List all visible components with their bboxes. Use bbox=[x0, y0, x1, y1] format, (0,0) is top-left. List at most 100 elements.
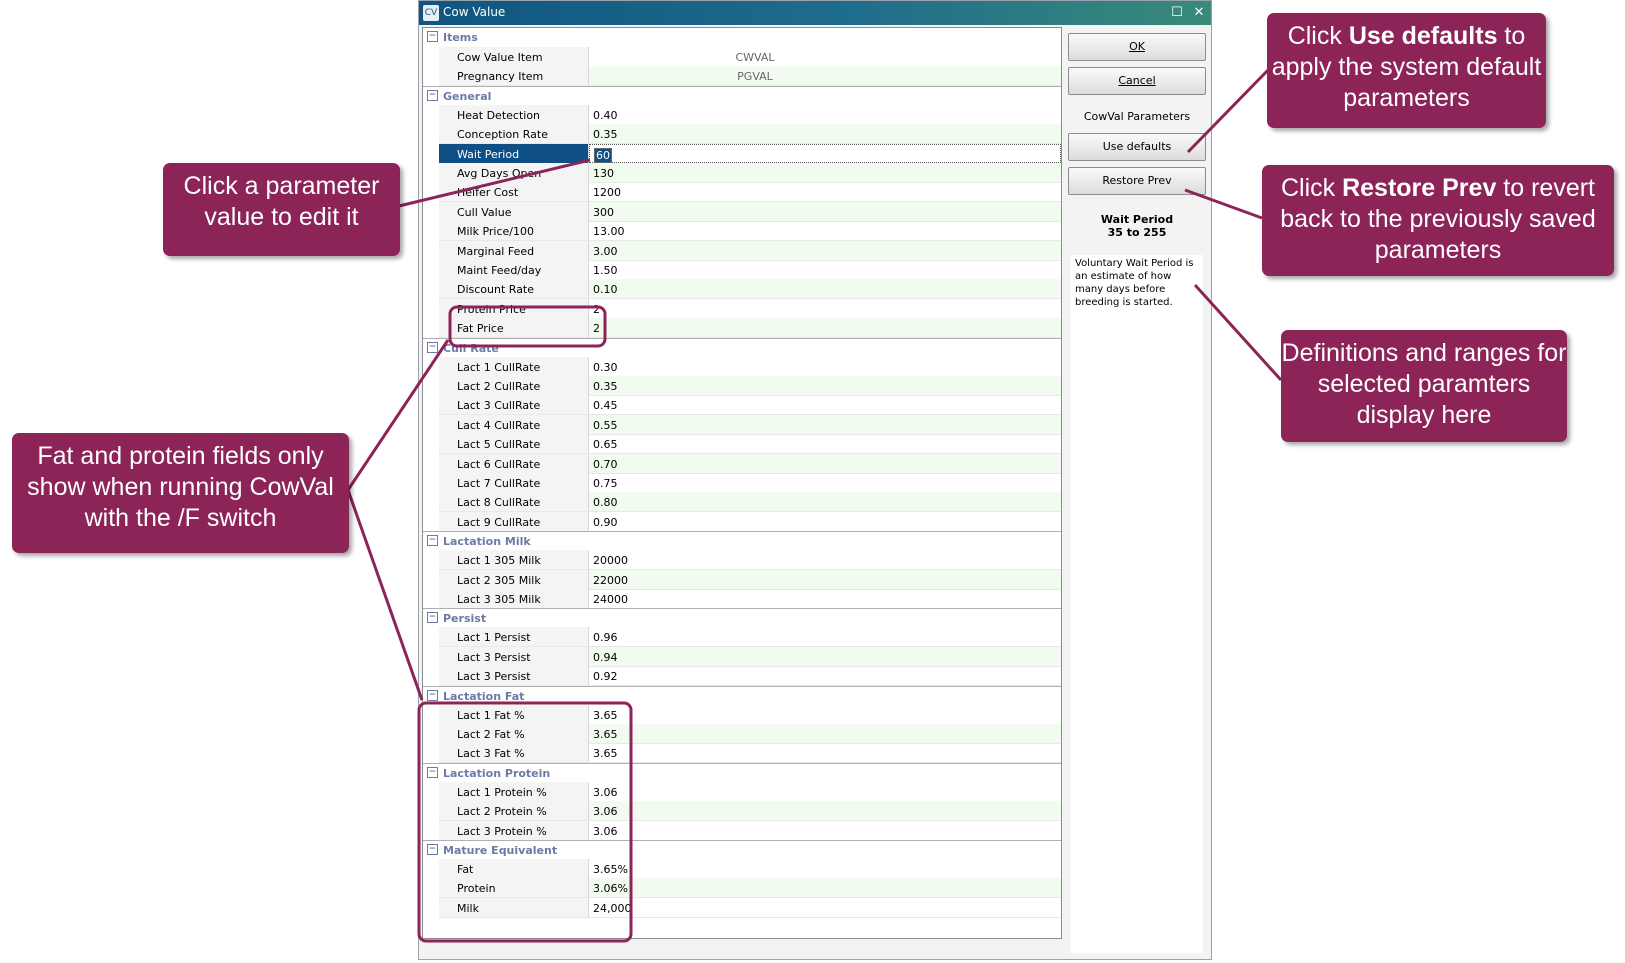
param-name[interactable]: Lact 9 CullRate bbox=[439, 511, 589, 531]
param-value[interactable]: 0.92 bbox=[589, 666, 1061, 685]
param-value[interactable]: 1.50 bbox=[589, 260, 1061, 279]
param-row[interactable]: Avg Days Open 130 bbox=[439, 163, 1061, 183]
param-row[interactable]: Discount Rate 0.10 bbox=[439, 279, 1061, 300]
category-lactation-protein[interactable]: − Lactation Protein bbox=[423, 762, 1061, 782]
param-name[interactable]: Lact 4 CullRate bbox=[439, 414, 589, 434]
param-row[interactable]: Heat Detection 0.40 bbox=[439, 104, 1061, 125]
param-row[interactable]: Cull Value 300 bbox=[439, 201, 1061, 222]
param-name[interactable]: Milk bbox=[439, 897, 589, 917]
param-value[interactable]: 0.96 bbox=[589, 627, 1061, 646]
param-name[interactable]: Lact 1 305 Milk bbox=[439, 550, 589, 570]
param-row[interactable]: Lact 3 Persist 0.92 bbox=[439, 666, 1061, 687]
use-defaults-button[interactable]: Use defaults bbox=[1068, 133, 1206, 161]
param-name[interactable]: Lact 3 Persist bbox=[439, 646, 589, 666]
param-name[interactable]: Lact 8 CullRate bbox=[439, 492, 589, 512]
collapse-icon[interactable]: − bbox=[427, 689, 438, 701]
param-name[interactable]: Lact 1 CullRate bbox=[439, 356, 589, 376]
restore-prev-button[interactable]: Restore Prev bbox=[1068, 167, 1206, 195]
param-row[interactable]: Lact 9 CullRate 0.90 bbox=[439, 511, 1061, 532]
param-name[interactable]: Wait Period bbox=[439, 143, 589, 163]
param-value[interactable]: 3.65 bbox=[589, 724, 1061, 743]
param-value[interactable]: PGVAL bbox=[589, 66, 1061, 86]
param-row[interactable]: Marginal Feed 3.00 bbox=[439, 240, 1061, 261]
param-value[interactable]: 3.65 bbox=[589, 705, 1061, 724]
param-value[interactable]: 0.35 bbox=[589, 124, 1061, 144]
param-name[interactable]: Heifer Cost bbox=[439, 182, 589, 202]
param-value[interactable]: 3.00 bbox=[589, 240, 1061, 260]
category-lactation-fat[interactable]: − Lactation Fat bbox=[423, 685, 1061, 705]
param-name[interactable]: Lact 2 Fat % bbox=[439, 724, 589, 743]
param-value[interactable]: 1200 bbox=[589, 182, 1061, 201]
param-name[interactable]: Lact 2 305 Milk bbox=[439, 569, 589, 589]
param-row[interactable]: Maint Feed/day 1.50 bbox=[439, 260, 1061, 280]
param-name[interactable]: Lact 1 Persist bbox=[439, 627, 589, 647]
param-value[interactable]: 24,000 bbox=[589, 898, 1061, 917]
param-value[interactable]: 60 bbox=[589, 143, 1061, 163]
param-value[interactable]: 0.94 bbox=[589, 646, 1061, 666]
param-name[interactable]: Avg Days Open bbox=[439, 163, 589, 182]
param-row[interactable]: Lact 2 Fat % 3.65 bbox=[439, 724, 1061, 744]
param-name[interactable]: Marginal Feed bbox=[439, 240, 589, 260]
param-value[interactable]: 2 bbox=[589, 299, 1061, 318]
param-row[interactable]: Lact 8 CullRate 0.80 bbox=[439, 492, 1061, 513]
category-general[interactable]: − General bbox=[423, 85, 1061, 105]
param-row[interactable]: Lact 7 CullRate 0.75 bbox=[439, 473, 1061, 493]
param-row[interactable]: Lact 1 Fat % 3.65 bbox=[439, 704, 1061, 725]
param-name[interactable]: Lact 2 Protein % bbox=[439, 801, 589, 821]
param-row[interactable]: Fat 3.65% bbox=[439, 859, 1061, 879]
param-value[interactable]: 0.45 bbox=[589, 395, 1061, 414]
collapse-icon[interactable]: − bbox=[427, 535, 438, 547]
param-row[interactable]: Lact 1 CullRate 0.30 bbox=[439, 356, 1061, 377]
param-name[interactable]: Lact 1 Protein % bbox=[439, 781, 589, 801]
param-row[interactable]: Lact 3 Persist 0.94 bbox=[439, 646, 1061, 667]
param-name[interactable]: Lact 6 CullRate bbox=[439, 453, 589, 473]
param-value[interactable]: 22000 bbox=[589, 569, 1061, 589]
param-row[interactable]: Lact 1 Persist 0.96 bbox=[439, 627, 1061, 648]
param-row[interactable]: Fat Price 2 bbox=[439, 318, 1061, 339]
param-name[interactable]: Lact 3 305 Milk bbox=[439, 589, 589, 608]
param-name[interactable]: Cull Value bbox=[439, 201, 589, 221]
param-name[interactable]: Protein bbox=[439, 878, 589, 898]
category-cull-rate[interactable]: − Cull Rate bbox=[423, 337, 1061, 357]
collapse-icon[interactable]: − bbox=[427, 612, 438, 624]
param-row[interactable]: Lact 1 305 Milk 20000 bbox=[439, 550, 1061, 571]
param-name[interactable]: Milk Price/100 bbox=[439, 221, 589, 241]
param-row[interactable]: Lact 3 305 Milk 24000 bbox=[439, 589, 1061, 609]
param-value[interactable]: CWVAL bbox=[589, 47, 1061, 66]
param-value[interactable]: 3.65% bbox=[589, 859, 1061, 878]
param-value[interactable]: 3.65 bbox=[589, 743, 1061, 762]
cancel-button[interactable]: Cancel bbox=[1068, 67, 1206, 95]
param-value[interactable]: 0.30 bbox=[589, 357, 1061, 376]
param-value[interactable]: 130 bbox=[589, 163, 1061, 182]
param-row[interactable]: Protein 3.06% bbox=[439, 878, 1061, 899]
param-row[interactable]: Milk Price/100 13.00 bbox=[439, 221, 1061, 242]
param-value[interactable]: 3.06% bbox=[589, 878, 1061, 898]
param-name[interactable]: Pregnancy Item bbox=[439, 66, 589, 86]
category-lactation-milk[interactable]: − Lactation Milk bbox=[423, 531, 1061, 551]
param-value[interactable]: 0.35 bbox=[589, 376, 1061, 395]
param-name[interactable]: Maint Feed/day bbox=[439, 260, 589, 279]
param-row[interactable]: Lact 1 Protein % 3.06 bbox=[439, 781, 1061, 802]
param-row[interactable]: Heifer Cost 1200 bbox=[439, 182, 1061, 203]
param-name[interactable]: Cow Value Item bbox=[439, 47, 589, 66]
param-name[interactable]: Conception Rate bbox=[439, 124, 589, 144]
param-name[interactable]: Lact 3 Persist bbox=[439, 666, 589, 686]
collapse-icon[interactable]: − bbox=[427, 844, 438, 855]
param-name[interactable]: Lact 1 Fat % bbox=[439, 704, 589, 724]
param-row[interactable]: Lact 3 Fat % 3.65 bbox=[439, 743, 1061, 764]
collapse-icon[interactable]: − bbox=[427, 89, 438, 101]
param-row[interactable]: Cow Value Item CWVAL bbox=[439, 47, 1061, 67]
param-value[interactable]: 2 bbox=[589, 318, 1061, 338]
param-name[interactable]: Lact 3 CullRate bbox=[439, 395, 589, 415]
param-value[interactable]: 3.06 bbox=[589, 801, 1061, 821]
param-name[interactable]: Lact 2 CullRate bbox=[439, 376, 589, 395]
param-value[interactable]: 13.00 bbox=[589, 221, 1061, 240]
param-row[interactable]: Lact 3 Protein % 3.06 bbox=[439, 820, 1061, 841]
param-value[interactable]: 24000 bbox=[589, 589, 1061, 608]
param-name[interactable]: Fat Price bbox=[439, 318, 589, 338]
ok-button[interactable]: OK bbox=[1068, 33, 1206, 61]
param-value[interactable]: 0.70 bbox=[589, 453, 1061, 473]
param-name[interactable]: Heat Detection bbox=[439, 104, 589, 124]
param-row[interactable]: Lact 2 CullRate 0.35 bbox=[439, 376, 1061, 396]
category-items[interactable]: − Items bbox=[423, 28, 1061, 47]
